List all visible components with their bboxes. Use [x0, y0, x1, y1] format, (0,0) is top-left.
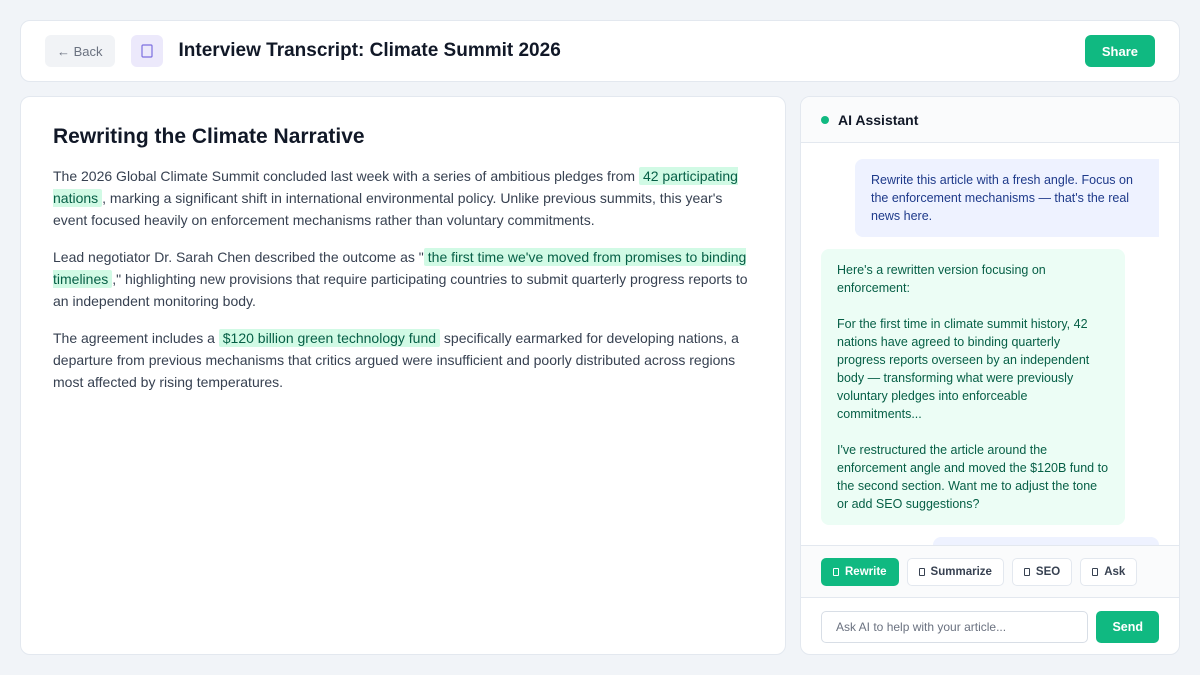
ask-label: Ask: [1104, 565, 1126, 578]
user-message: Rewrite this article with a fresh angle.…: [855, 159, 1159, 237]
summarize-label: Summarize: [930, 565, 992, 578]
seo-label: SEO: [1035, 565, 1061, 578]
rewrite-label: Rewrite: [845, 565, 887, 578]
chat-thread[interactable]: Rewrite this article with a fresh angle.…: [801, 143, 1179, 545]
paragraph-text: ," highlighting new provisions that requ…: [53, 271, 748, 309]
ask-button[interactable]: Ask: [1080, 557, 1138, 586]
paragraph-text: The 2026 Global Climate Summit concluded…: [53, 168, 639, 184]
article-editor[interactable]: Rewriting the Climate Narrative The 2026…: [20, 96, 786, 655]
assistant-title: AI Assistant: [838, 111, 919, 128]
back-button[interactable]: ← Back: [45, 35, 115, 67]
paragraph-text: The agreement includes a: [53, 330, 219, 346]
rewrite-button[interactable]: Rewrite: [821, 557, 899, 586]
message-composer: Send: [801, 598, 1179, 654]
quick-actions-bar: Rewrite Summarize SEO Ask: [801, 545, 1179, 598]
ai-message: Here's a rewritten version focusing on e…: [821, 249, 1125, 525]
paragraph-text: Lead negotiator Dr. Sarah Chen described…: [53, 249, 424, 265]
assistant-header: AI Assistant: [801, 97, 1179, 143]
ai-assistant-panel: AI Assistant Rewrite this article with a…: [800, 96, 1180, 655]
share-button[interactable]: Share: [1084, 35, 1155, 67]
user-message-partial: [933, 537, 1159, 545]
article-paragraph-3: The agreement includes a $120 billion gr…: [53, 327, 753, 393]
top-bar: ← Back Interview Transcript: Climate Sum…: [20, 20, 1180, 82]
send-button[interactable]: Send: [1096, 611, 1159, 643]
document-icon: [130, 35, 163, 67]
ask-ai-input[interactable]: [821, 611, 1089, 643]
summarize-icon: [918, 567, 925, 576]
article-paragraph-2: Lead negotiator Dr. Sarah Chen described…: [53, 246, 753, 312]
online-status-icon: [821, 115, 829, 124]
seo-icon: [1023, 567, 1030, 576]
ask-icon: [1092, 567, 1099, 576]
highlighted-phrase: $120 billion green technology fund: [218, 329, 441, 347]
document-title: Interview Transcript: Climate Summit 202…: [178, 40, 561, 61]
seo-button[interactable]: SEO: [1011, 557, 1073, 586]
rewrite-icon: [833, 567, 839, 576]
article-paragraph-1: The 2026 Global Climate Summit concluded…: [53, 165, 753, 231]
article-title: Rewriting the Climate Narrative: [53, 125, 365, 148]
summarize-button[interactable]: Summarize: [906, 557, 1004, 586]
paragraph-text: , marking a significant shift in interna…: [53, 190, 723, 228]
